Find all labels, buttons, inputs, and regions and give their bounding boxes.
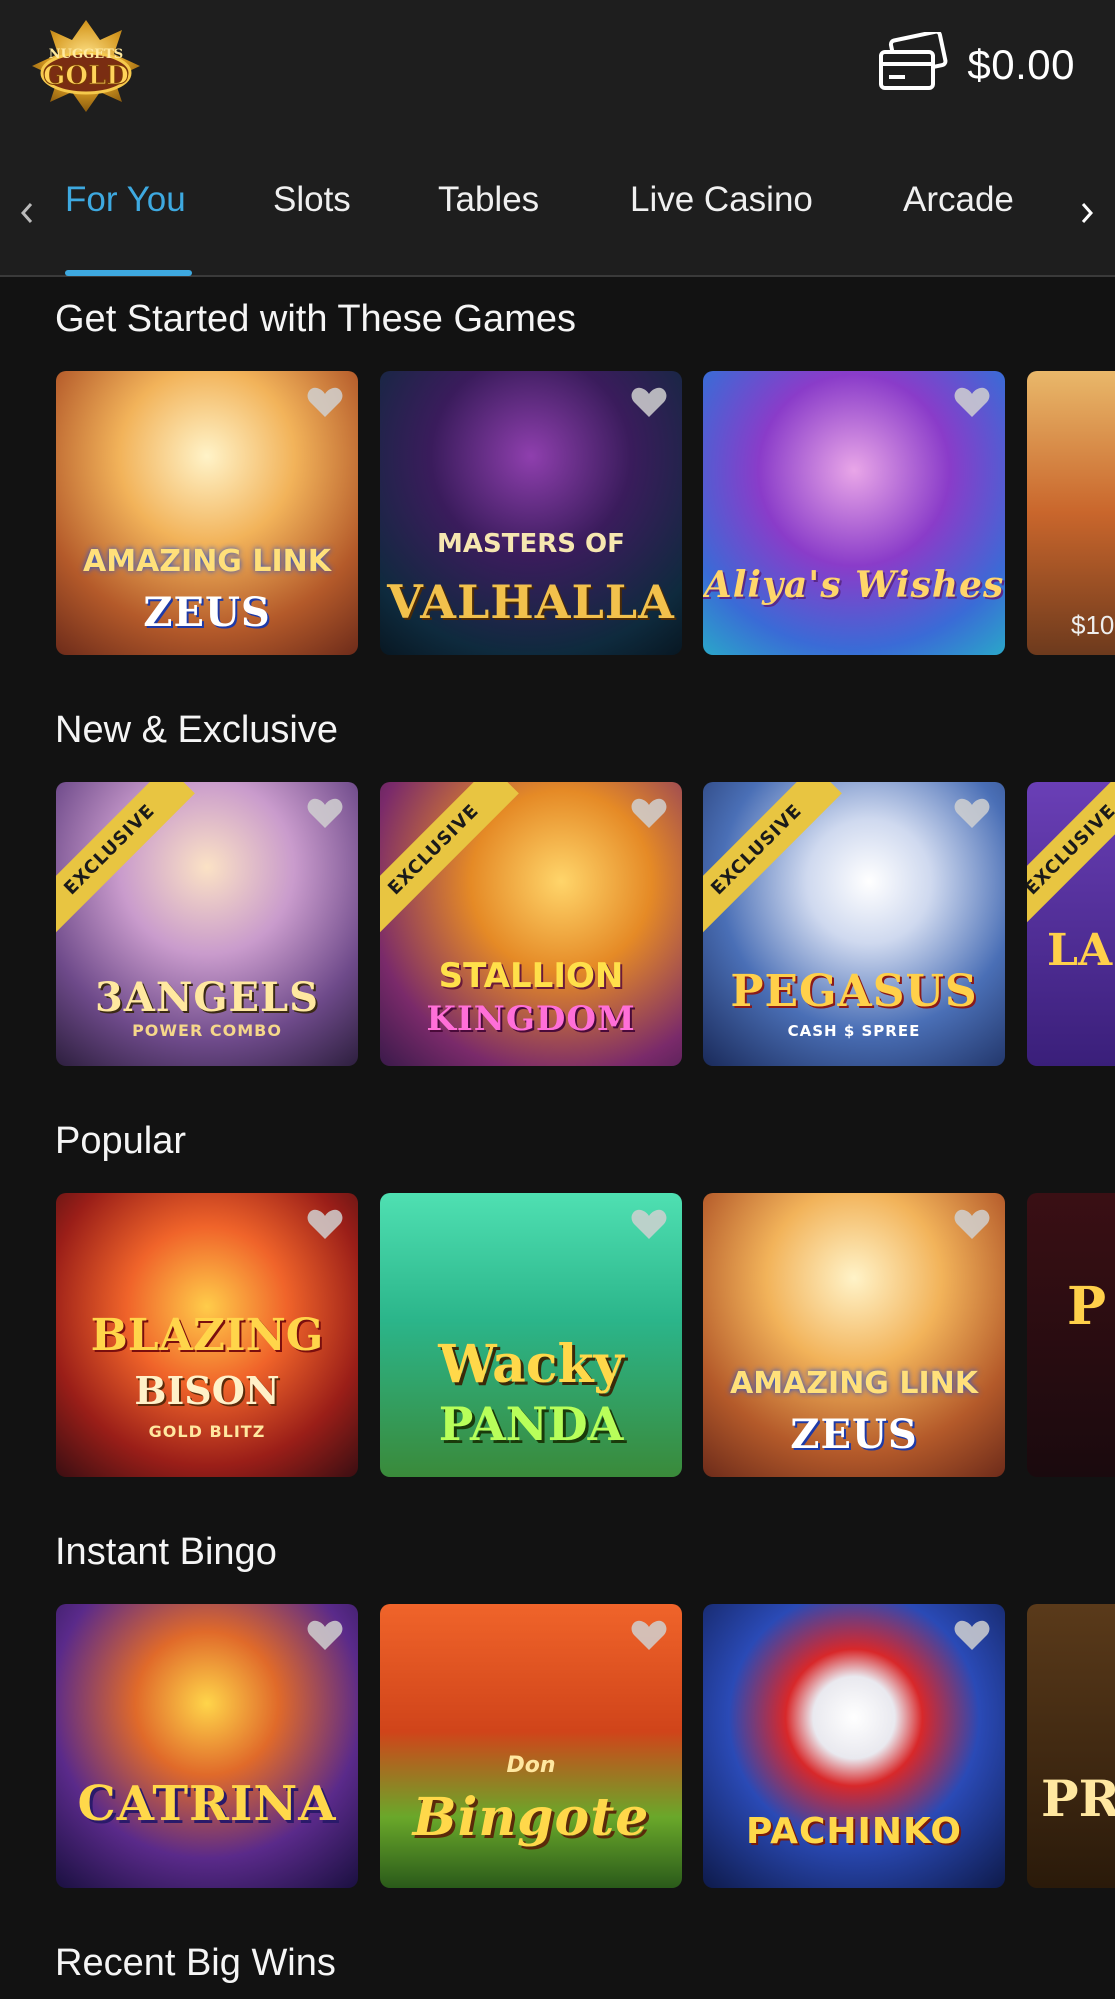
game-row-instant-bingo: CATRINA Don Bingote PACHINKO PR	[0, 1604, 1115, 1888]
section-title-instant-bingo: Instant Bingo	[55, 1531, 277, 1573]
game-tile-catrina[interactable]: CATRINA	[56, 1604, 358, 1888]
game-tile-pachinko[interactable]: PACHINKO	[703, 1604, 1005, 1888]
game-subtitle: BISON	[134, 1368, 280, 1413]
game-title: CATRINA	[77, 1776, 337, 1832]
favorite-heart-icon[interactable]	[630, 385, 668, 419]
favorite-heart-icon[interactable]	[630, 1618, 668, 1652]
credit-card-wallet-icon	[877, 29, 949, 99]
tab-slots[interactable]: Slots	[273, 180, 351, 220]
favorite-heart-icon[interactable]	[953, 385, 991, 419]
category-tabs: For You Slots Tables Live Casino Arcade	[0, 160, 1115, 277]
game-title: LA	[1047, 925, 1113, 976]
favorite-heart-icon[interactable]	[306, 1207, 344, 1241]
favorite-heart-icon[interactable]	[306, 385, 344, 419]
game-title: PEGASUS	[730, 966, 978, 1017]
section-title-new-exclusive: New & Exclusive	[55, 709, 338, 751]
section-title-popular: Popular	[55, 1120, 186, 1162]
favorite-heart-icon[interactable]	[630, 796, 668, 830]
game-subtitle: Don	[506, 1753, 556, 1778]
tabs-scroll-left-button[interactable]	[12, 188, 42, 238]
game-title: AMAZING LINK	[729, 1366, 978, 1401]
svg-text:NUGGETS: NUGGETS	[49, 47, 123, 62]
game-row-new-exclusive: EXCLUSIVE 3ANGELS POWER COMBO EXCLUSIVE …	[0, 782, 1115, 1066]
game-title: MASTERS OF	[437, 529, 625, 559]
game-tile-amazing-link-zeus[interactable]: AMAZING LINK ZEUS	[703, 1193, 1005, 1477]
tab-tables[interactable]: Tables	[438, 180, 539, 220]
favorite-heart-icon[interactable]	[953, 1207, 991, 1241]
favorite-heart-icon[interactable]	[953, 1618, 991, 1652]
game-title: PR	[1041, 1769, 1115, 1828]
game-title: AMAZING LINK	[82, 544, 331, 579]
game-tile-stallion-kingdom[interactable]: EXCLUSIVE STALLION KINGDOM	[380, 782, 682, 1066]
favorite-heart-icon[interactable]	[953, 796, 991, 830]
section-title-recent-big-wins: Recent Big Wins	[55, 1942, 336, 1984]
game-tile-pegasus-cash-spree[interactable]: EXCLUSIVE PEGASUS CASH $ SPREE	[703, 782, 1005, 1066]
section-title-get-started: Get Started with These Games	[55, 298, 576, 340]
game-subtitle: KINGDOM	[426, 999, 636, 1039]
balance-amount: $0.00	[967, 41, 1075, 88]
tab-for-you[interactable]: For You	[65, 180, 186, 220]
game-tile-blazing-bison[interactable]: BLAZING BISON GOLD BLITZ	[56, 1193, 358, 1477]
game-tile-peek[interactable]: EXCLUSIVE LA	[1027, 782, 1115, 1066]
game-tile-wacky-panda[interactable]: Wacky PANDA	[380, 1193, 682, 1477]
chevron-left-icon	[20, 203, 33, 223]
tabs-scroll-right-button[interactable]	[1072, 188, 1102, 238]
game-title: 3ANGELS	[94, 974, 320, 1021]
favorite-heart-icon[interactable]	[630, 1207, 668, 1241]
game-tagline: GOLD BLITZ	[148, 1422, 266, 1441]
game-title: STALLION	[438, 956, 624, 996]
game-title: P	[1067, 1276, 1107, 1337]
game-subtitle: POWER COMBO	[132, 1021, 282, 1040]
game-row-get-started: AMAZING LINK ZEUS MASTERS OF VALHALLA Al…	[0, 371, 1115, 655]
game-tile-masters-of-valhalla[interactable]: MASTERS OF VALHALLA	[380, 371, 682, 655]
svg-text:GOLD: GOLD	[43, 61, 129, 91]
brand-logo[interactable]: NUGGETS GOLD	[30, 18, 142, 113]
game-tile-don-bingote[interactable]: Don Bingote	[380, 1604, 682, 1888]
game-tile-aliyas-wishes[interactable]: Aliya's Wishes	[703, 371, 1005, 655]
game-subtitle: CASH $ SPREE	[787, 1022, 921, 1040]
top-bar: NUGGETS GOLD $0.00 For You Slots Tables …	[0, 0, 1115, 277]
favorite-heart-icon[interactable]	[306, 796, 344, 830]
exclusive-ribbon: EXCLUSIVE	[1027, 782, 1115, 935]
game-tile-amazing-link-zeus[interactable]: AMAZING LINK ZEUS	[56, 371, 358, 655]
game-subtitle: PANDA	[438, 1397, 624, 1451]
favorite-heart-icon[interactable]	[306, 1618, 344, 1652]
game-title: BLAZING	[90, 1310, 324, 1361]
game-tile-3-angels[interactable]: EXCLUSIVE 3ANGELS POWER COMBO	[56, 782, 358, 1066]
tab-arcade[interactable]: Arcade	[903, 180, 1014, 220]
wallet-balance-button[interactable]: $0.00	[877, 29, 1075, 100]
game-row-popular: BLAZING BISON GOLD BLITZ Wacky PANDA AMA…	[0, 1193, 1115, 1477]
game-title: PACHINKO	[746, 1811, 962, 1852]
game-tile-peek[interactable]: $10	[1027, 371, 1115, 655]
game-title: Bingote	[412, 1787, 650, 1848]
game-tile-peek[interactable]: PR	[1027, 1604, 1115, 1888]
game-tile-peek[interactable]: P	[1027, 1193, 1115, 1477]
game-title: Wacky	[438, 1334, 624, 1395]
active-tab-indicator	[65, 270, 192, 276]
game-subtitle: ZEUS	[790, 1411, 918, 1458]
tab-live-casino[interactable]: Live Casino	[630, 180, 813, 220]
game-subtitle: ZEUS	[143, 589, 271, 636]
chevron-right-icon	[1081, 203, 1094, 223]
game-subtitle: VALHALLA	[387, 575, 675, 629]
jackpot-label: $10	[1071, 610, 1115, 640]
game-title: Aliya's Wishes	[703, 564, 1005, 606]
